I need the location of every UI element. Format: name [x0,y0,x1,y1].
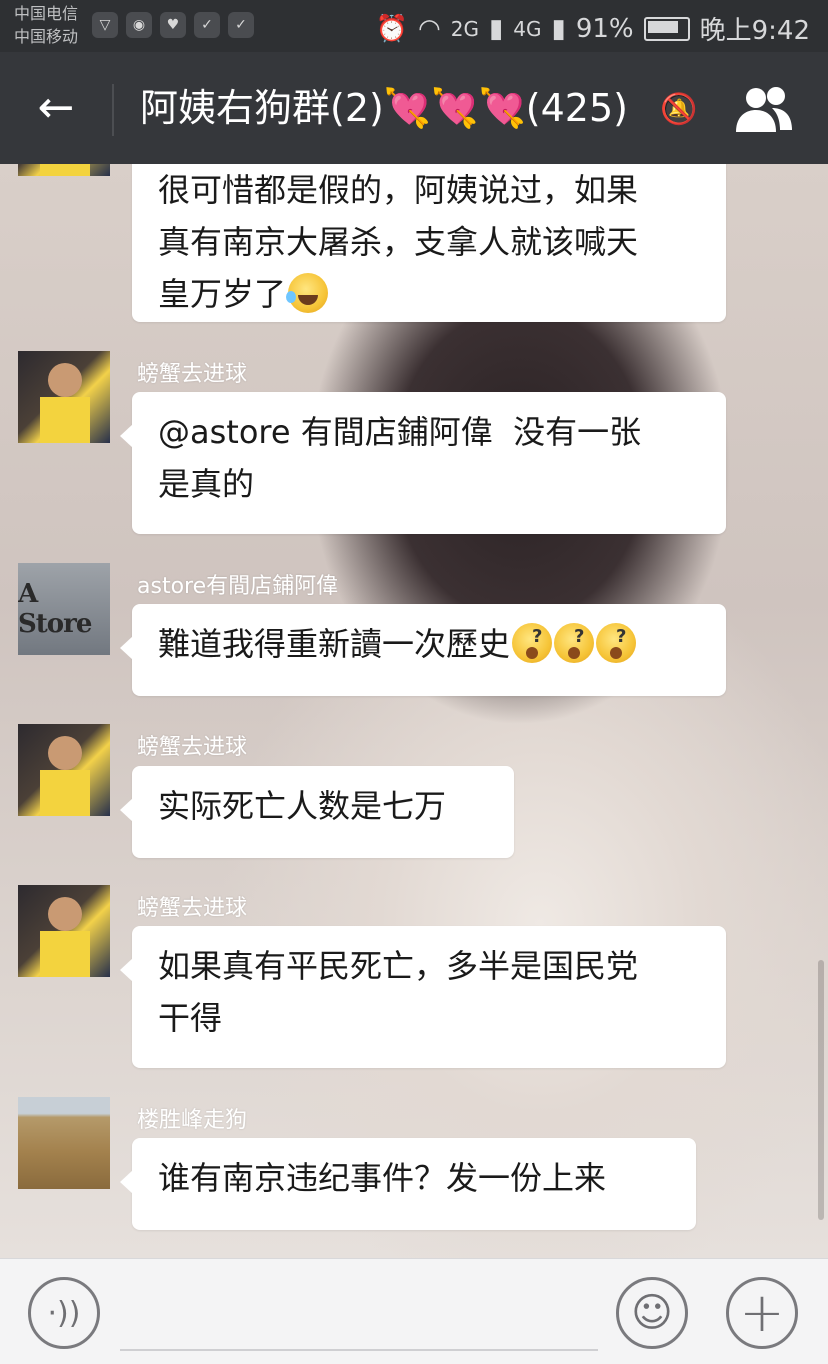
message-bubble[interactable]: 難道我得重新讀一次歷史 [120,604,726,696]
message-text: @astore 有間店鋪阿偉 没有一张 是真的 [158,413,642,503]
mute-icon: 🔕 [660,92,698,127]
network-2g-label: 2G [450,16,479,41]
message-bubble[interactable]: 实际死亡人数是七万 [120,766,514,858]
avatar[interactable]: A Store [18,563,110,655]
message-input[interactable] [120,1285,598,1351]
carrier-2-label: 中国移动 [14,27,79,46]
group-members-icon[interactable] [732,84,796,136]
member-count: (425) [525,86,628,130]
battery-percent: 91% [575,13,634,44]
chat-title-name: 阿姨右狗群(2) [140,86,384,130]
avatar[interactable] [18,885,110,977]
dizzy-emoji-icon [554,611,595,663]
dizzy-emoji-icon [512,611,553,663]
network-4g-label: 4G [513,16,542,41]
avatar-logo-text: A Store [18,579,92,639]
back-button[interactable]: ← [28,82,84,138]
voice-input-button[interactable]: ·)) [28,1277,100,1349]
signal-icon-2: ▮ [551,13,566,44]
shield-icon: ▽ [92,12,118,38]
chat-title: 阿姨右狗群(2)💘💘💘(425) [140,80,628,136]
alarm-icon: ⏰ [375,13,409,44]
sender-name: 楼胜峰走狗 [137,1108,248,1133]
dizzy-emoji-icon [596,611,637,663]
status-bar: 中国电信 中国移动 ▽ ◉ ♥ ✓ ✓ ⏰ ◠ 2G ▮ 4G ▮ 91% 晚上… [0,0,828,52]
more-options-button[interactable]: + [726,1277,798,1349]
weibo-icon: ◉ [126,12,152,38]
sender-name: astore有間店鋪阿偉 [137,574,339,599]
chat-area[interactable]: 很可惜都是假的，阿姨说过，如果 真有南京大屠杀，支拿人就该喊天 皇万岁了 螃蟹去… [0,164,828,1258]
carrier-1-label: 中国电信 [14,4,79,23]
smiley-icon: ☺ [631,1290,673,1336]
sender-name: 螃蟹去进球 [137,896,248,921]
message-bubble[interactable]: 谁有南京违纪事件？发一份上来 [120,1138,696,1230]
heart-shield-icon: ♥ [160,12,186,38]
emoji-button[interactable]: ☺ [616,1277,688,1349]
signal-icon: ▮ [488,13,504,44]
scrollbar[interactable] [818,960,824,1220]
avatar[interactable] [18,164,110,176]
system-status: ⏰ ◠ 2G ▮ 4G ▮ 91% 晚上9:42 [376,10,810,47]
header-divider [112,84,114,136]
avatar[interactable] [18,1097,110,1189]
chat-header: ← 阿姨右狗群(2)💘💘💘(425) 🔕 [0,52,828,164]
clock: 晚上9:42 [699,16,810,46]
battery-icon [643,16,690,41]
message-text: 很可惜都是假的，阿姨说过，如果 真有南京大屠杀，支拿人就该喊天 皇万岁了 [158,171,639,313]
voice-icon: ·)) [47,1295,81,1331]
message-text: 实际死亡人数是七万 [158,787,447,825]
message-bubble[interactable]: 如果真有平民死亡，多半是国民党 干得 [120,926,726,1068]
sender-name: 螃蟹去进球 [137,735,248,760]
laugh-emoji-icon [286,273,329,313]
message-bubble[interactable]: @astore 有間店鋪阿偉 没有一张 是真的 [120,392,726,534]
avatar[interactable] [18,724,110,816]
sender-name: 螃蟹去进球 [137,362,248,387]
security-icon: ✓ [194,12,220,38]
message-text: 谁有南京违纪事件？发一份上来 [158,1159,607,1197]
heart-emoji-icons: 💘💘💘 [383,86,526,130]
notification-icons: ▽ ◉ ♥ ✓ ✓ [92,12,254,38]
wifi-icon: ◠ [418,13,441,44]
security-check-icon: ✓ [228,12,254,38]
plus-icon: + [739,1281,785,1344]
input-bar: ·)) ☺ + [0,1258,828,1364]
message-text: 難道我得重新讀一次歷史 [158,625,511,663]
avatar[interactable] [18,351,110,443]
message-text: 如果真有平民死亡，多半是国民党 干得 [158,947,639,1037]
message-bubble[interactable]: 很可惜都是假的，阿姨说过，如果 真有南京大屠杀，支拿人就该喊天 皇万岁了 [132,164,726,322]
